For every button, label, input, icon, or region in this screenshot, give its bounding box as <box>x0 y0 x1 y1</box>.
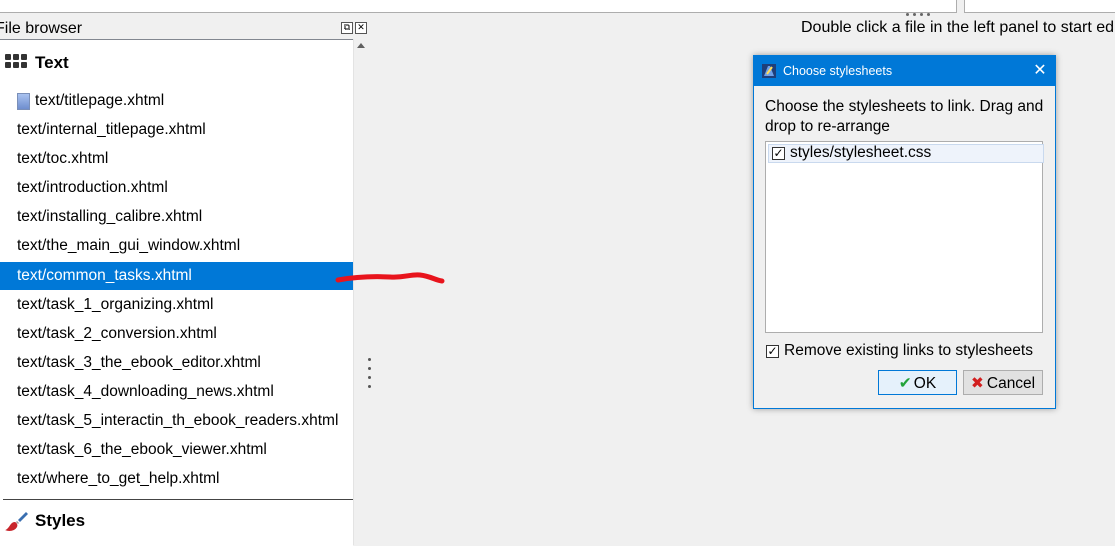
file-item[interactable]: text/internal_titlepage.xhtml <box>0 116 353 144</box>
paintbrush-icon <box>5 510 29 537</box>
file-item-label: text/task_2_conversion.xhtml <box>17 325 217 342</box>
stylesheet-list[interactable]: ✓ styles/stylesheet.css <box>765 141 1044 333</box>
file-item[interactable]: text/task_6_the_ebook_viewer.xhtml <box>0 436 353 464</box>
file-item[interactable]: text/introduction.xhtml <box>0 174 353 202</box>
tree-separator <box>3 499 353 500</box>
top-toolbar <box>0 0 1115 18</box>
file-item[interactable]: text/where_to_get_help.xhtml <box>0 465 353 493</box>
file-item[interactable]: text/toc.xhtml <box>0 145 353 173</box>
checkmark-icon: ✔ <box>898 374 912 392</box>
file-item-selected[interactable]: text/common_tasks.xhtml <box>0 262 353 290</box>
tree-group-text[interactable]: Text <box>0 48 353 78</box>
file-item[interactable]: text/task_4_downloading_news.xhtml <box>0 378 353 406</box>
file-item-label: text/toc.xhtml <box>17 150 109 167</box>
choose-stylesheets-dialog: Choose stylesheets ✕ Choose the styleshe… <box>753 55 1056 409</box>
text-grid-icon <box>5 54 29 75</box>
file-item[interactable]: text/the_main_gui_window.xhtml <box>0 232 353 260</box>
file-item-label: text/task_4_downloading_news.xhtml <box>17 383 274 400</box>
calibre-app-icon <box>762 64 776 78</box>
file-item-label: text/installing_calibre.xhtml <box>17 208 203 225</box>
file-item[interactable]: text/task_2_conversion.xhtml <box>0 320 353 348</box>
file-item-label: text/where_to_get_help.xhtml <box>17 470 220 487</box>
cross-icon: ✖ <box>970 374 984 392</box>
file-item-label: text/task_5_interactin_th_ebook_readers.… <box>17 412 339 429</box>
file-item-label: text/task_1_organizing.xhtml <box>17 296 214 313</box>
file-item-label: text/introduction.xhtml <box>17 179 168 196</box>
file-item-label: text/titlepage.xhtml <box>35 92 165 109</box>
file-item[interactable]: text/task_3_the_ebook_editor.xhtml <box>0 349 353 377</box>
file-item[interactable]: text/task_5_interactin_th_ebook_readers.… <box>0 407 353 435</box>
file-item-titlepage[interactable]: text/titlepage.xhtml <box>0 87 353 115</box>
top-input-area-right[interactable] <box>964 0 1115 13</box>
dialog-title: Choose stylesheets <box>783 64 893 78</box>
tree-group-label: Styles <box>35 511 86 530</box>
close-icon[interactable]: ✕ <box>1032 62 1048 78</box>
dialog-titlebar[interactable]: Choose stylesheets ✕ <box>754 56 1055 86</box>
stylesheet-list-item[interactable]: ✓ styles/stylesheet.css <box>768 144 1044 163</box>
file-item-label: text/task_3_the_ebook_editor.xhtml <box>17 354 261 371</box>
ok-button[interactable]: ✔ OK <box>878 370 957 395</box>
splitter-handle-vertical[interactable] <box>368 358 372 390</box>
file-item-label: text/the_main_gui_window.xhtml <box>17 237 241 254</box>
top-input-area[interactable] <box>0 0 957 13</box>
file-item[interactable]: text/task_1_organizing.xhtml <box>0 291 353 319</box>
red-annotation-stroke <box>335 272 445 284</box>
editor-hint-text: Double click a file in the left panel to… <box>801 19 1115 36</box>
float-panel-button[interactable]: ⧉ <box>341 22 353 34</box>
remove-existing-links-label: Remove existing links to stylesheets <box>784 342 1033 359</box>
panel-title: File browser <box>0 20 83 37</box>
scroll-up-arrow-icon[interactable] <box>357 43 365 48</box>
ok-button-label: OK <box>913 375 937 392</box>
stylesheet-name: styles/stylesheet.css <box>790 144 932 161</box>
tree-scrollbar[interactable] <box>353 39 369 545</box>
dialog-message: Choose the stylesheets to link. Drag and… <box>765 98 1044 135</box>
file-browser-header: File browser ⧉ ✕ <box>0 19 368 39</box>
file-tree[interactable]: Text text/titlepage.xhtml text/internal_… <box>0 39 353 546</box>
splitter-handle-horizontal[interactable] <box>906 13 936 17</box>
remove-existing-links-option[interactable]: ✓ Remove existing links to stylesheets <box>765 342 1050 360</box>
close-panel-button[interactable]: ✕ <box>355 22 367 34</box>
cancel-button-label: Cancel <box>986 375 1036 392</box>
file-item-label: text/common_tasks.xhtml <box>17 267 192 284</box>
cancel-button[interactable]: ✖ Cancel <box>963 370 1043 395</box>
stylesheet-checkbox[interactable]: ✓ <box>772 147 785 160</box>
tree-group-styles[interactable]: Styles <box>0 506 353 536</box>
file-item-label: text/internal_titlepage.xhtml <box>17 121 206 138</box>
remove-existing-links-checkbox[interactable]: ✓ <box>766 345 779 358</box>
file-item-label: text/task_6_the_ebook_viewer.xhtml <box>17 441 267 458</box>
tree-group-label: Text <box>35 53 69 72</box>
cover-image-icon <box>17 93 30 110</box>
file-item[interactable]: text/installing_calibre.xhtml <box>0 203 353 231</box>
